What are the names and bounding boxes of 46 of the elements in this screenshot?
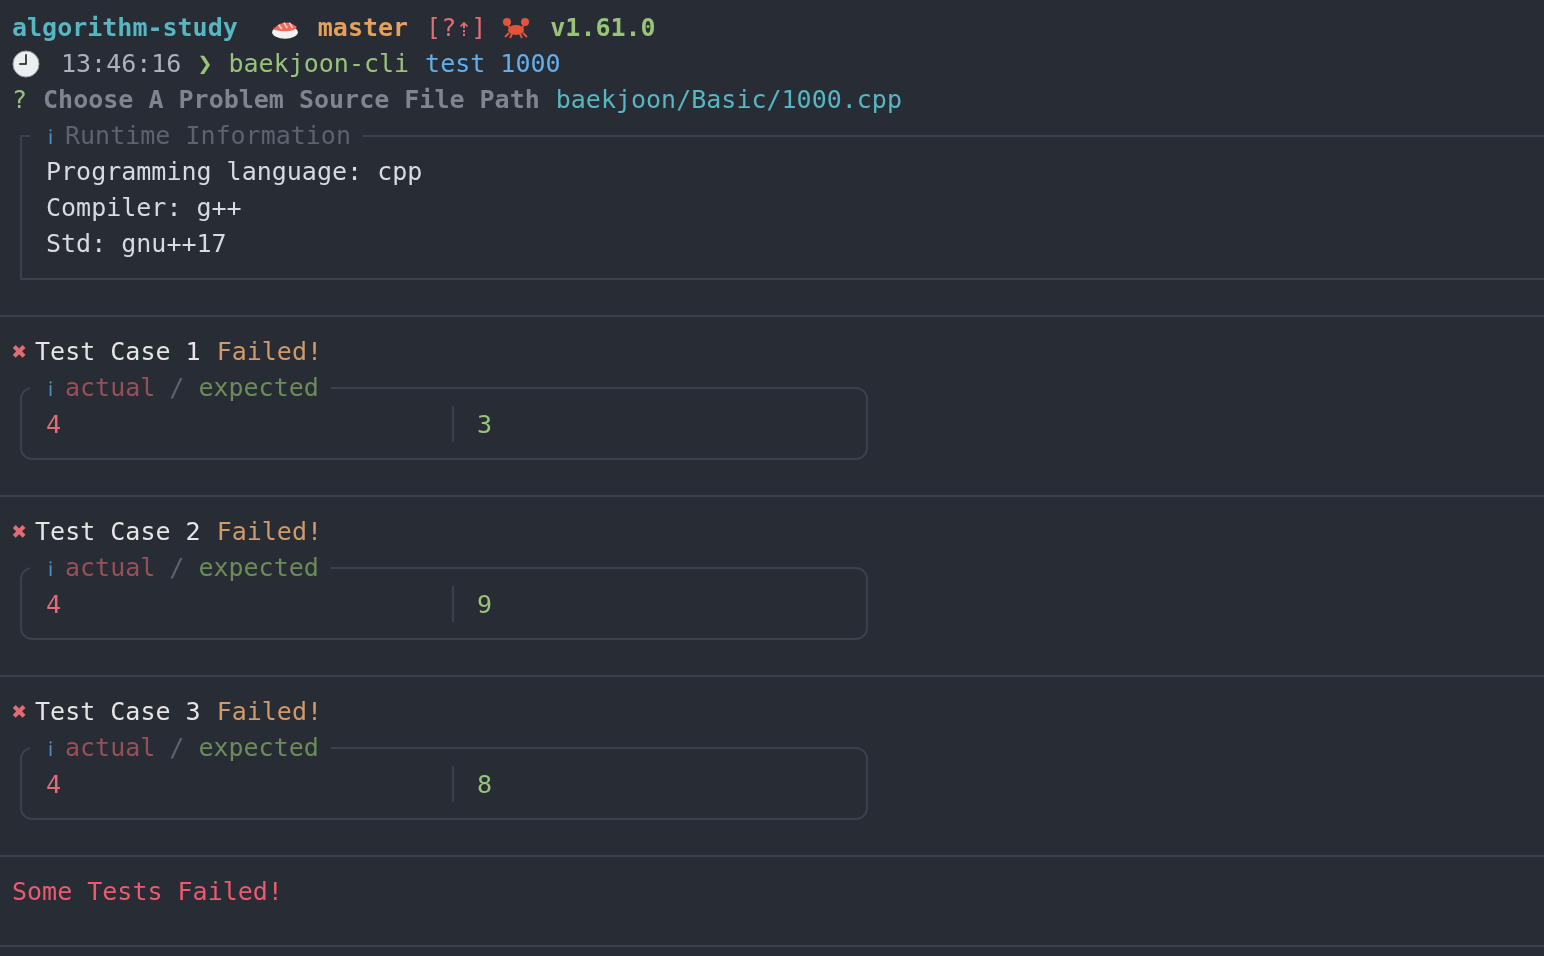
prompt-chevron: ❯ [197, 48, 213, 80]
version-text: v1.61.0 [550, 12, 656, 44]
info-icon: ℹ [48, 737, 53, 761]
runtime-info-line: Std: gnu++17 [46, 228, 228, 260]
time-text: 13:46:16 [61, 48, 182, 80]
command-arguments: test 1000 [425, 48, 561, 80]
expected-value: 9 [477, 589, 493, 619]
actual-value: 4 [46, 409, 63, 439]
separator-text: / [169, 373, 185, 402]
expected-label: expected [198, 373, 319, 402]
expected-label: expected [198, 733, 319, 762]
test-result: Failed! [216, 696, 322, 728]
fail-mark: ✖ [12, 696, 28, 728]
test-result: Failed! [216, 516, 322, 548]
question-label: Choose A Problem Source File Path [43, 84, 540, 116]
git-branch: master [317, 12, 409, 44]
test-result: Failed! [216, 336, 322, 368]
info-icon: ℹ [48, 557, 53, 581]
summary-text: Some Tests Failed! [12, 876, 283, 908]
actual-value: 4 [46, 769, 63, 799]
answer-text: baekjoon/Basic/1000.cpp [555, 84, 902, 116]
expected-label: expected [198, 553, 319, 582]
expected-value: 3 [477, 409, 493, 439]
fail-mark: ✖ [12, 516, 28, 548]
actual-label: actual [65, 373, 156, 402]
test-case-label: Test Case 1 [35, 336, 201, 368]
question-mark: ? [12, 84, 28, 116]
test-case-label: Test Case 3 [35, 696, 201, 728]
clock-icon [12, 50, 40, 78]
separator-text: / [169, 733, 185, 762]
crab-icon [502, 16, 531, 40]
info-icon: ℹ [48, 377, 53, 401]
test-case-label: Test Case 2 [35, 516, 201, 548]
separator-text: / [169, 553, 185, 582]
info-icon: ℹ [48, 125, 53, 149]
actual-label: actual [65, 733, 156, 762]
box-title: Runtime Information [65, 121, 351, 150]
fail-mark: ✖ [12, 336, 28, 368]
git-status: [?⇡] [426, 12, 487, 44]
runtime-info-line: Compiler: g++ [46, 192, 243, 224]
runtime-info-line: Programming language: cpp [46, 156, 424, 188]
expected-value: 8 [477, 769, 493, 799]
directory-name: algorithm-study [12, 12, 238, 44]
actual-value: 4 [46, 589, 63, 619]
actual-label: actual [65, 553, 156, 582]
command-text: baekjoon-cli [228, 48, 410, 80]
